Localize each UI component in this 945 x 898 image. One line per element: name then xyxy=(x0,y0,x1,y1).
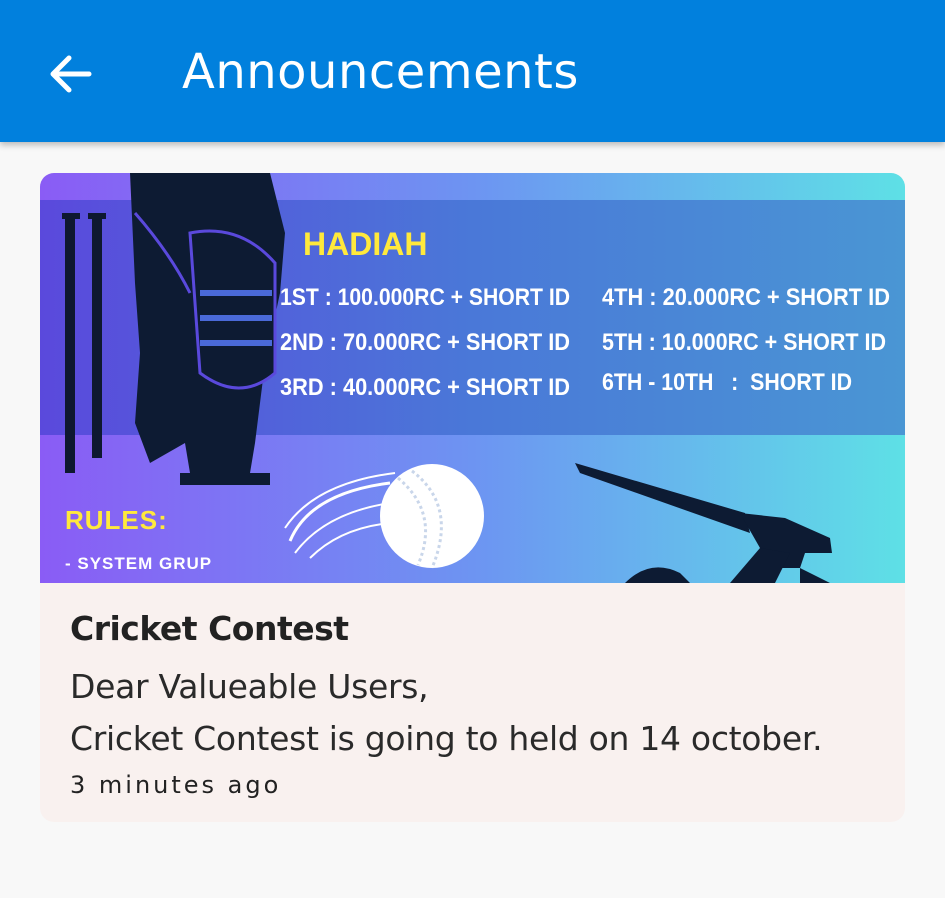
announcement-message: Dear Valueable Users, Cricket Contest is… xyxy=(70,661,890,765)
arrow-left-icon xyxy=(50,55,92,93)
message-line: Dear Valueable Users, xyxy=(70,667,429,706)
message-line: Cricket Contest is going to held on 14 o… xyxy=(70,719,823,758)
announcement-banner: HADIAH 1ST : 100.000RC + SHORT ID 2ND : … xyxy=(40,173,905,583)
rules-item: - SYSTEM GRUP xyxy=(65,554,212,573)
prize-heading: HADIAH xyxy=(303,226,427,262)
prize-item: 3RD : 40.000RC + SHORT ID xyxy=(280,374,570,401)
app-bar: Announcements xyxy=(0,0,945,142)
prize-item: 6TH - 10TH : SHORT ID xyxy=(602,369,852,396)
page-title: Announcements xyxy=(182,44,579,100)
announcement-title: Cricket Contest xyxy=(70,609,349,648)
prize-item: 4TH : 20.000RC + SHORT ID xyxy=(602,284,890,311)
timestamp: 3 minutes ago xyxy=(70,771,282,799)
announcement-body: Cricket Contest Dear Valueable Users, Cr… xyxy=(70,605,890,805)
prize-item: 1ST : 100.000RC + SHORT ID xyxy=(280,284,570,311)
rules-label: RULES: xyxy=(65,505,168,535)
prize-item: 2ND : 70.000RC + SHORT ID xyxy=(280,329,570,356)
back-button[interactable] xyxy=(36,40,106,108)
prize-item: 5TH : 10.000RC + SHORT ID xyxy=(602,329,886,356)
announcement-card[interactable]: HADIAH 1ST : 100.000RC + SHORT ID 2ND : … xyxy=(40,173,905,822)
